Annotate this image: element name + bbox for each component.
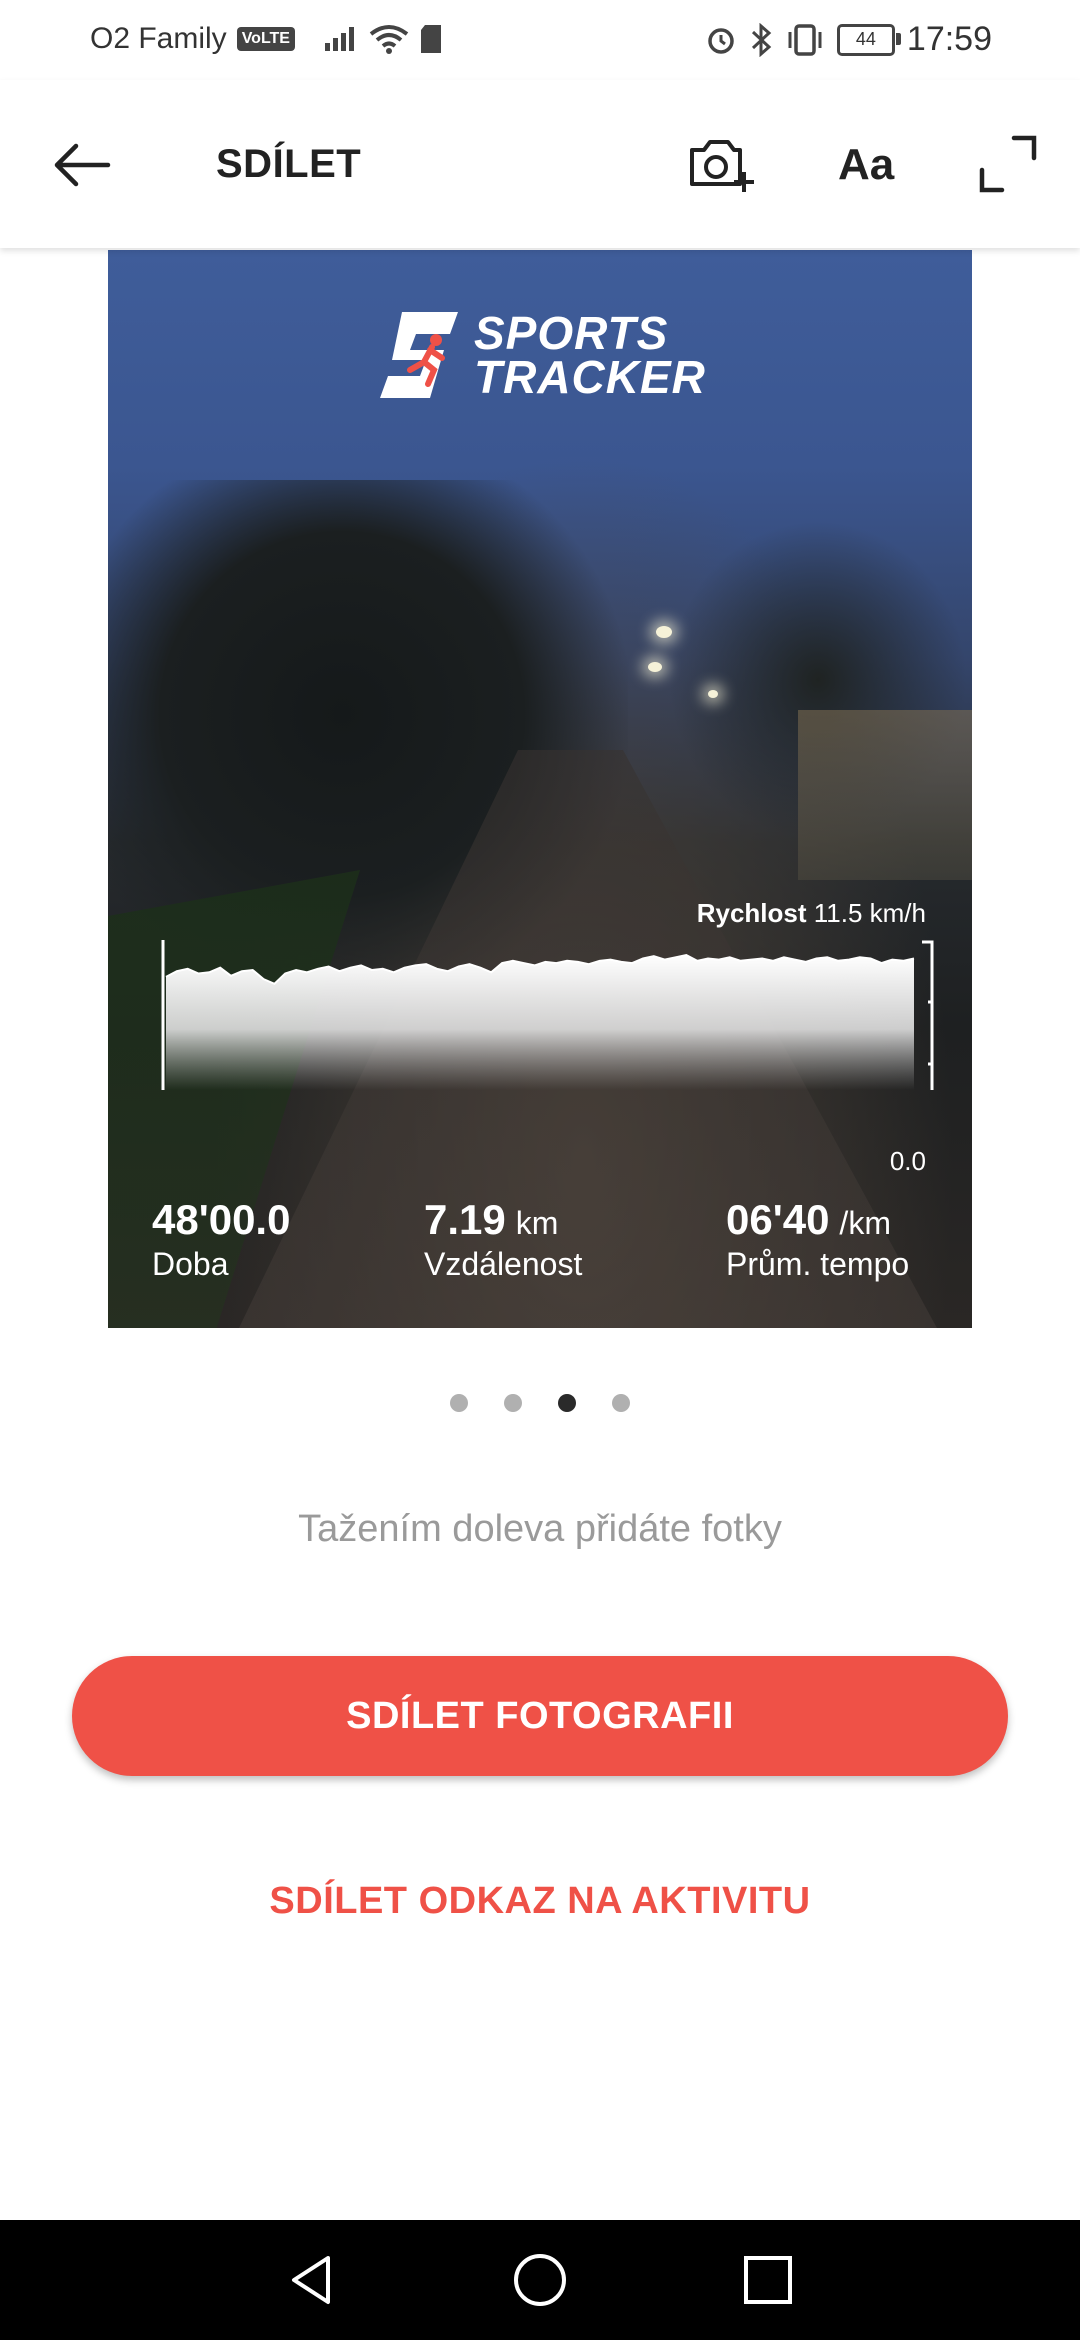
pager-indicator bbox=[0, 1394, 1080, 1412]
brand-wordmark: SPORTS TRACKER bbox=[474, 307, 706, 403]
status-icons-left bbox=[323, 24, 443, 54]
signal-icon bbox=[324, 27, 354, 51]
stat-distance: 7.19 km Vzdálenost bbox=[424, 1196, 582, 1283]
pager-dot[interactable] bbox=[558, 1394, 576, 1412]
brand-line-1: SPORTS bbox=[474, 307, 669, 359]
activity-stats: 48'00.0 Doba 7.19 km Vzdálenost 06'40/km … bbox=[108, 1196, 972, 1306]
top-app-bar: SDÍLET Aa bbox=[0, 80, 1080, 248]
nav-recents-icon[interactable] bbox=[738, 2250, 798, 2310]
sports-tracker-logo-icon bbox=[380, 312, 458, 398]
stat-pace-unit: /km bbox=[839, 1205, 891, 1241]
volte-badge: VoLTE bbox=[236, 27, 295, 51]
nav-home-icon[interactable] bbox=[510, 2250, 570, 2310]
vibrate-icon bbox=[788, 23, 822, 56]
status-right: 44 17:59 bbox=[705, 20, 992, 59]
stat-distance-unit: km bbox=[515, 1205, 559, 1241]
stat-distance-label: Vzdálenost bbox=[424, 1246, 583, 1282]
stat-duration-value: 48'00.0 bbox=[152, 1196, 291, 1243]
bluetooth-icon bbox=[751, 22, 772, 57]
speed-area bbox=[166, 955, 914, 1090]
stat-pace: 06'40/km Prům. tempo bbox=[726, 1196, 909, 1283]
status-left: O2 Family VoLTE bbox=[90, 22, 443, 56]
text-style-button[interactable]: Aa bbox=[838, 140, 894, 190]
stat-duration-label: Doba bbox=[152, 1246, 229, 1282]
photo-wall bbox=[798, 710, 972, 880]
chart-axis-min-label: 0.0 bbox=[889, 1146, 926, 1176]
pager-dot[interactable] bbox=[450, 1394, 468, 1412]
speed-legend: Rychlost 11.5 km/h bbox=[697, 898, 926, 929]
street-light bbox=[648, 662, 662, 672]
navigation-bar bbox=[0, 2220, 1080, 2340]
stat-duration: 48'00.0 Doba bbox=[152, 1196, 290, 1283]
share-photo-button[interactable]: SDÍLET FOTOGRAFII bbox=[72, 1656, 1008, 1776]
chart-right-bracket bbox=[922, 940, 934, 1090]
swipe-hint: Tažením doleva přidáte fotky bbox=[298, 1508, 782, 1550]
stat-distance-value: 7.19 bbox=[424, 1196, 506, 1243]
speed-legend-value: 11.5 km/h bbox=[813, 898, 926, 928]
page-title: SDÍLET bbox=[216, 142, 362, 186]
status-bar: O2 Family VoLTE 44 17:59 bbox=[0, 0, 1080, 80]
stat-pace-label: Prům. tempo bbox=[726, 1246, 910, 1282]
speed-legend-label: Rychlost bbox=[696, 898, 807, 928]
street-light bbox=[708, 690, 718, 698]
nav-back-icon[interactable] bbox=[282, 2250, 342, 2310]
battery-indicator: 44 bbox=[836, 23, 901, 56]
speed-chart bbox=[161, 940, 934, 1090]
arrow-back-icon[interactable] bbox=[48, 130, 118, 200]
wifi-icon bbox=[369, 25, 409, 54]
sd-card-icon bbox=[420, 25, 441, 53]
street-light bbox=[656, 626, 672, 638]
share-link-button[interactable]: SDÍLET ODKAZ NA AKTIVITU bbox=[0, 1880, 1080, 1923]
pager-dot[interactable] bbox=[504, 1394, 522, 1412]
brand-line-2: TRACKER bbox=[474, 351, 706, 403]
add-photo-icon[interactable] bbox=[686, 134, 756, 198]
fullscreen-icon[interactable] bbox=[978, 134, 1038, 194]
sports-tracker-logo: SPORTS TRACKER bbox=[380, 310, 706, 400]
carrier-label: O2 Family bbox=[90, 22, 227, 55]
stat-pace-value: 06'40 bbox=[726, 1196, 830, 1243]
alarm-icon bbox=[708, 27, 734, 54]
pager-dot[interactable] bbox=[612, 1394, 630, 1412]
clock: 17:59 bbox=[906, 20, 992, 58]
share-image-card[interactable]: SPORTS TRACKER Rychlost 11.5 km/h 0.0 48… bbox=[108, 250, 972, 1328]
